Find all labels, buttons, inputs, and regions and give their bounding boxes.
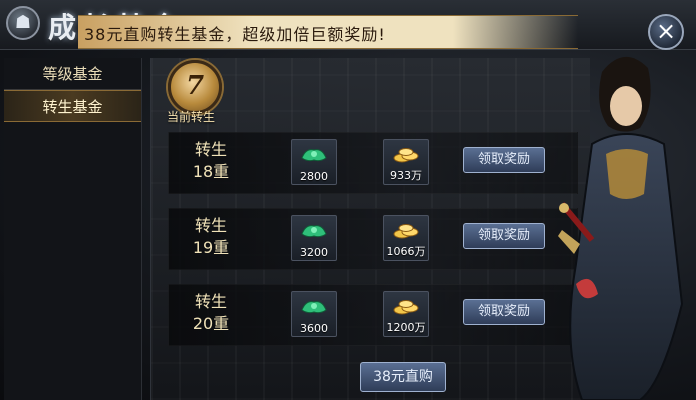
rebirth-label: 转生	[194, 292, 227, 311]
buy-fund-button[interactable]: 38元直购	[360, 362, 446, 392]
rebirth-label: 转生	[194, 140, 227, 159]
rebirth-level: 19重	[192, 238, 230, 257]
rebirth-requirement: 转生 20重	[181, 291, 241, 335]
reward-row: 转生 20重 3600 1200万 领取奖励	[168, 284, 578, 346]
rebirth-label: 转生	[194, 216, 227, 235]
jade-ingot-icon	[301, 301, 327, 314]
level-label: 当前转生	[166, 110, 215, 124]
gold-reward-slot[interactable]: 933万	[383, 139, 429, 185]
level-medal: 7	[168, 60, 222, 114]
bag-emblem-icon: ☗	[6, 6, 40, 40]
gold-reward-slot[interactable]: 1066万	[383, 215, 429, 261]
tab-rebirth-fund[interactable]: 转生基金	[4, 90, 141, 122]
reward-row: 转生 18重 2800 933万 领取奖励	[168, 132, 578, 194]
rebirth-level: 20重	[192, 314, 230, 333]
claim-reward-button[interactable]: 领取奖励	[463, 147, 545, 173]
claim-reward-button[interactable]: 领取奖励	[463, 223, 545, 249]
level-number: 7	[185, 71, 205, 101]
gold-coins-icon	[393, 300, 419, 315]
gold-reward-slot[interactable]: 1200万	[383, 291, 429, 337]
gold-amount: 1200万	[386, 321, 426, 334]
gold-amount: 1066万	[386, 245, 426, 258]
header-text: 38元直购转生基金，超级加倍巨额奖励!	[84, 25, 386, 44]
character-illustration	[558, 56, 684, 400]
sidebar: 等级基金 转生基金	[4, 58, 142, 400]
rebirth-requirement: 转生 18重	[181, 139, 241, 183]
rebirth-level: 18重	[192, 162, 230, 181]
jade-amount: 3600	[300, 322, 328, 335]
reward-row: 转生 19重 3200 1066万 领取奖励	[168, 208, 578, 270]
jade-amount: 2800	[300, 170, 328, 183]
jade-ingot-icon	[301, 225, 327, 238]
gold-amount: 933万	[390, 169, 422, 182]
tab-level-fund[interactable]: 等级基金	[4, 58, 141, 90]
game-window: ☗ 成长基金 × 等级基金 转生基金 38元直购转生基金，超级加倍巨额奖励! 7…	[0, 0, 696, 400]
claim-reward-button[interactable]: 领取奖励	[463, 299, 545, 325]
jade-reward-slot[interactable]: 3600	[291, 291, 337, 337]
jade-amount: 3200	[300, 246, 328, 259]
jade-reward-slot[interactable]: 2800	[291, 139, 337, 185]
jade-reward-slot[interactable]: 3200	[291, 215, 337, 261]
jade-ingot-icon	[301, 149, 327, 162]
rebirth-requirement: 转生 19重	[181, 215, 241, 259]
gold-coins-icon	[393, 224, 419, 239]
gold-coins-icon	[393, 148, 419, 163]
